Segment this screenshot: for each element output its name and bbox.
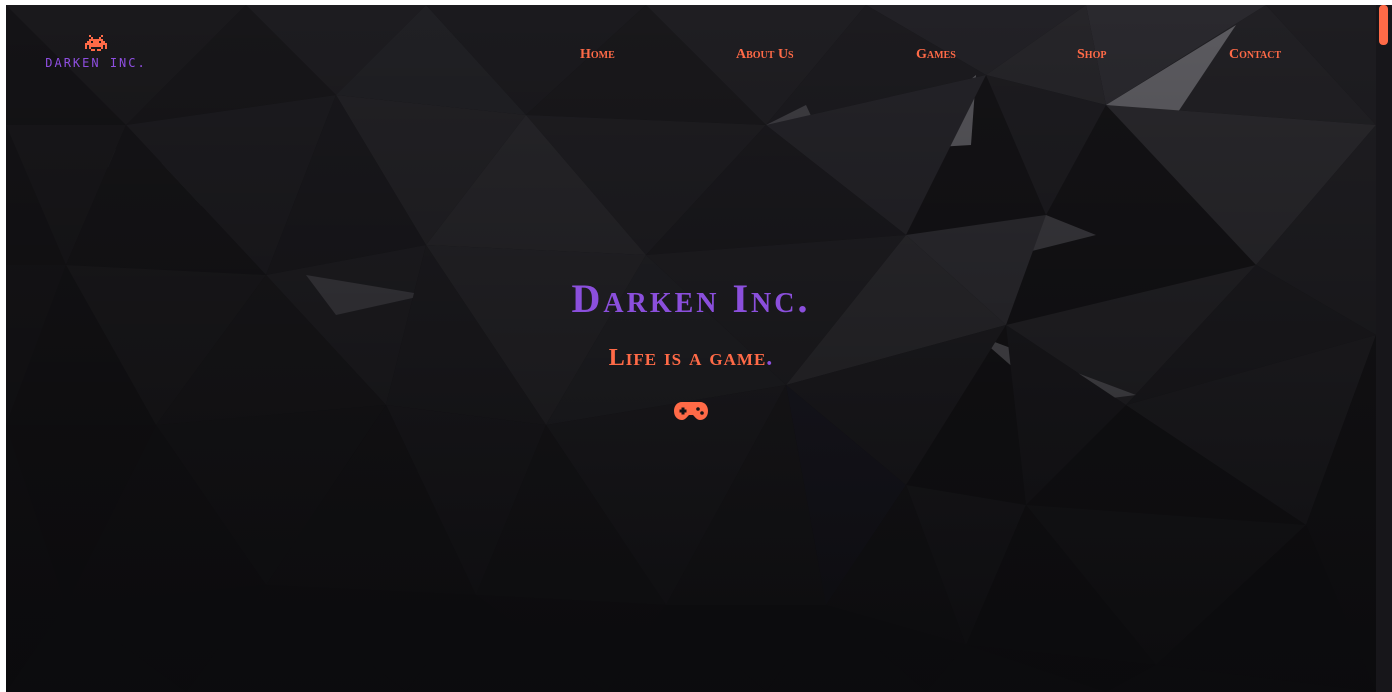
nav-item-games[interactable]: Games	[916, 47, 956, 63]
scrollbar-thumb[interactable]	[1379, 5, 1388, 45]
hero-title-dot: .	[797, 276, 811, 321]
main-nav: Home About Us Games Shop Contact	[6, 47, 1376, 65]
nav-item-shop[interactable]: Shop	[1077, 47, 1106, 63]
nav-item-about-us[interactable]: About Us	[736, 47, 794, 63]
hero-subtitle: Life is a game.	[6, 345, 1376, 372]
hero-subtitle-text: Life is a game	[608, 345, 767, 371]
hero-title: Darken Inc.	[6, 275, 1376, 322]
gamepad-icon	[674, 402, 708, 420]
nav-item-home[interactable]: Home	[580, 47, 615, 63]
nav-item-contact[interactable]: Contact	[1229, 47, 1281, 63]
page-viewport: DARKEN INC. Home About Us Games Shop Con…	[6, 5, 1376, 692]
hero-title-text: Darken Inc	[571, 276, 798, 321]
page-scrollbar[interactable]	[1376, 5, 1392, 692]
hero-subtitle-dot: .	[766, 345, 774, 371]
